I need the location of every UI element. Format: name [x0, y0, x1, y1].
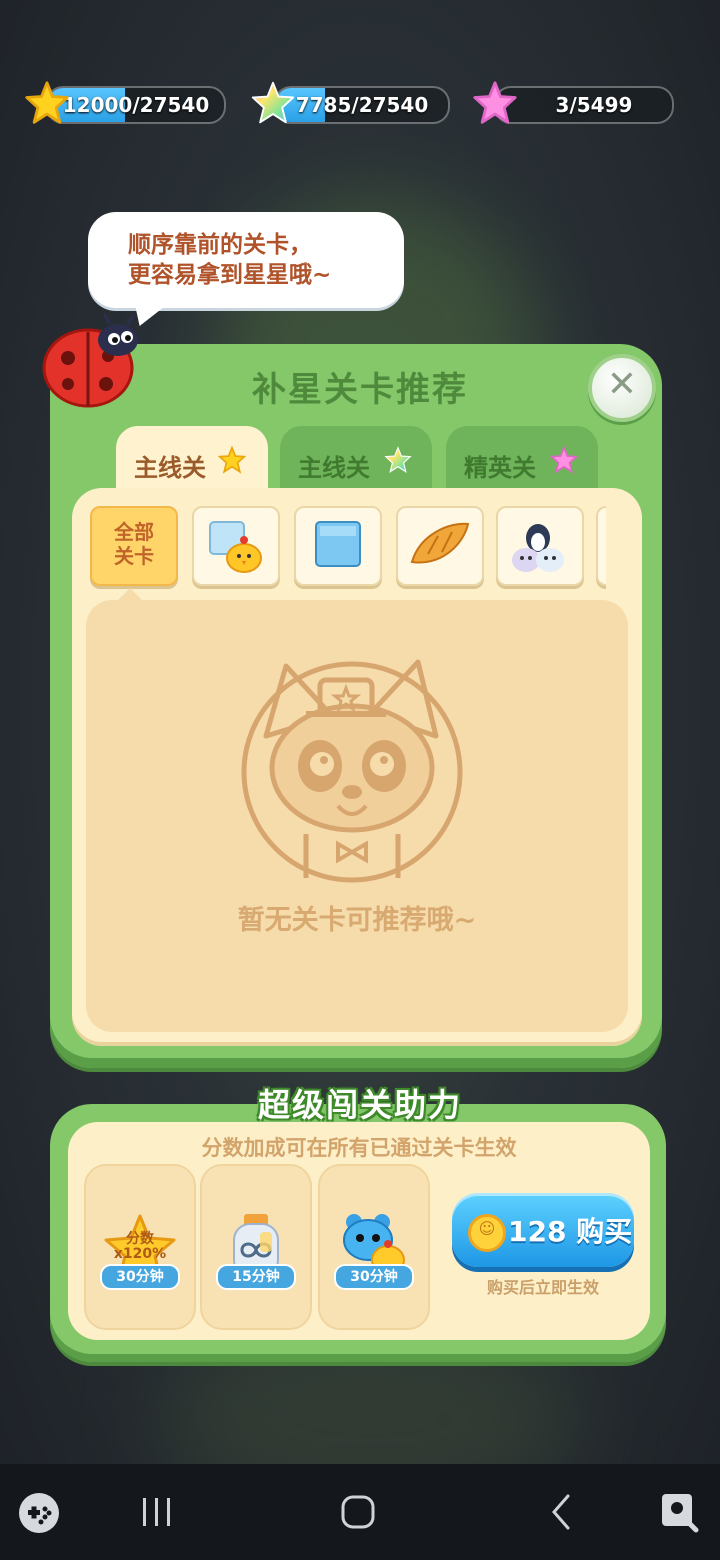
bubble-text: 顺序靠前的关卡， 更容易拿到星星哦~ — [128, 232, 332, 288]
empty-message: 暂无关卡可推荐哦~ — [237, 905, 477, 936]
yellow-star-icon — [25, 81, 69, 124]
filter-chick-on-ice[interactable] — [192, 506, 280, 586]
duration-badge: 30分钟 — [100, 1264, 180, 1290]
yellow-star-icon — [218, 446, 246, 474]
boost-item-bottle[interactable]: 15分钟 — [200, 1164, 312, 1330]
boost-title: 超级闯关助力 — [257, 1086, 462, 1124]
buy-button[interactable]: ☺ 128 购买 — [452, 1193, 634, 1267]
filter-label: 全部 关卡 — [114, 520, 154, 568]
filter-more[interactable] — [596, 506, 606, 586]
close-icon: ✕ — [606, 364, 638, 405]
rainbow-star-icon — [251, 81, 295, 124]
raccoon-mascot-icon — [241, 659, 463, 883]
home-icon[interactable] — [340, 1494, 376, 1530]
system-navigation-bar — [0, 1464, 720, 1560]
tab-main-rainbow[interactable]: 主线关 — [280, 426, 432, 496]
pink-star-count: 3/5499 — [555, 93, 633, 117]
buy-note: 购买后立即生效 — [486, 1278, 599, 1297]
tab-label: 主线关 — [134, 454, 206, 482]
filter-penguin-seals[interactable] — [496, 506, 584, 586]
filter-pointer — [116, 588, 144, 602]
screen-lock-icon[interactable] — [658, 1490, 702, 1534]
chick-on-ice-icon — [209, 521, 262, 573]
score-label: 分数 — [126, 1231, 154, 1247]
back-icon[interactable] — [546, 1492, 576, 1532]
tab-main-yellow[interactable]: 主线关 — [116, 426, 268, 496]
yellow-star-count: 12000/27540 — [62, 93, 210, 117]
pink-star-icon — [473, 81, 517, 124]
ice-block-icon — [315, 521, 361, 567]
tab-elite[interactable]: 精英关 — [446, 426, 598, 496]
speech-bubble: 顺序靠前的关卡， 更容易拿到星星哦~ — [88, 212, 404, 326]
recents-icon[interactable] — [140, 1494, 174, 1530]
filter-all-levels[interactable]: 全部 关卡 — [90, 506, 178, 586]
pink-star-icon — [550, 446, 578, 474]
penguin-seals-icon — [512, 524, 564, 572]
tab-label: 精英关 — [464, 454, 536, 482]
game-launcher-icon[interactable] — [18, 1492, 60, 1534]
yellow-star-progress: 12000/27540 — [46, 86, 226, 124]
score-multiplier: x120% — [113, 1246, 167, 1262]
boost-item-score[interactable]: 分数 x120% 30分钟 — [84, 1164, 196, 1330]
coin-icon: ☺ — [468, 1214, 506, 1252]
pink-star-progress: 3/5499 — [494, 86, 674, 124]
boost-subtitle: 分数加成可在所有已通过关卡生效 — [201, 1136, 517, 1160]
rainbow-star-count: 7785/27540 — [295, 93, 429, 117]
croissant-icon — [410, 522, 470, 564]
duration-badge: 15分钟 — [216, 1264, 296, 1290]
buy-price-label: 128 购买 — [508, 1215, 633, 1248]
boost-item-bear[interactable]: 30分钟 — [318, 1164, 430, 1330]
close-button[interactable]: ✕ — [588, 354, 656, 422]
rainbow-star-icon — [384, 446, 412, 473]
filter-croissant[interactable] — [396, 506, 484, 586]
filter-ice-block[interactable] — [294, 506, 382, 586]
rainbow-star-progress: 7785/27540 — [274, 86, 450, 124]
tab-label: 主线关 — [298, 454, 370, 482]
duration-badge: 30分钟 — [334, 1264, 414, 1290]
